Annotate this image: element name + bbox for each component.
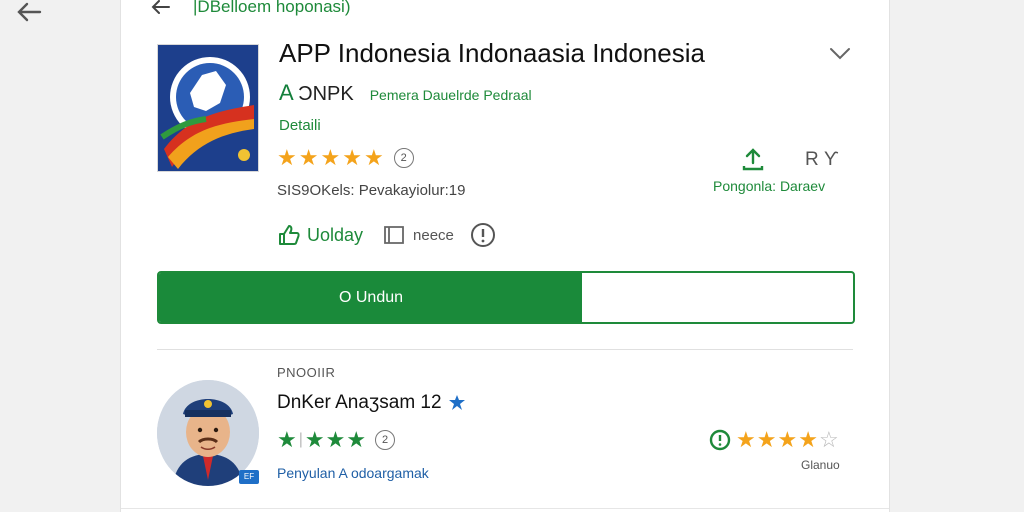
developer-name[interactable]: A ƆNPK xyxy=(279,80,354,106)
review-count-badge: 2 xyxy=(375,430,396,450)
star-icon: ★ xyxy=(320,145,341,170)
app-detail-panel: |DBelloem hoponasi) APP Indonesia Indona… xyxy=(120,0,890,512)
back-arrow-icon[interactable] xyxy=(149,0,171,16)
verified-icon xyxy=(448,395,465,410)
star-icon: ★ xyxy=(277,145,297,170)
star-icon: ★ xyxy=(325,427,346,452)
star-icon: ★ xyxy=(363,145,384,170)
info-icon[interactable] xyxy=(470,222,496,248)
top-bar: |DBelloem hoponasi) xyxy=(149,0,351,20)
star-icon: ★ xyxy=(777,427,798,452)
review-stars: ★ | ★ ★ ★ 2 xyxy=(277,427,396,452)
developer-prefix: A xyxy=(279,80,294,105)
details-link[interactable]: Detaili xyxy=(279,117,321,134)
chevron-down-icon[interactable] xyxy=(827,42,853,64)
star-icon: ★ xyxy=(342,145,362,170)
like-button[interactable]: Uolday xyxy=(277,224,363,246)
download-label: O Undun xyxy=(338,289,404,306)
note-label: neece xyxy=(413,226,454,244)
star-icon: ★ xyxy=(736,427,756,452)
star-icon: ★ xyxy=(304,427,325,452)
right-caption: Glanuo xyxy=(801,458,840,472)
action-row: Uolday neece xyxy=(277,222,496,248)
section-divider xyxy=(157,349,853,350)
app-logo xyxy=(157,44,259,172)
star-icon: ★ xyxy=(346,427,367,452)
thumbs-up-icon xyxy=(279,225,300,245)
status-text: Pongonla: Daraev xyxy=(713,178,826,194)
review-section-label: PNOOIIR xyxy=(277,365,336,380)
reviewer-name-text: DnKer Anaʒsam 12 xyxy=(277,392,442,413)
developer-row: A ƆNPK Pemera Dauelrde Pedraal xyxy=(279,80,532,106)
note-icon xyxy=(384,226,404,244)
star-icon: ★ xyxy=(298,145,319,170)
star-icon: ★ xyxy=(277,427,297,452)
rating-count-badge: 2 xyxy=(393,148,414,168)
size-text: R Ƴ xyxy=(805,149,839,170)
page-title: |DBelloem hoponasi) xyxy=(193,0,351,16)
app-rating: ★ ★ ★ ★ ★ 2 xyxy=(277,146,414,170)
download-button[interactable]: O Undun xyxy=(157,271,855,324)
separator: | xyxy=(298,431,303,448)
share-icon[interactable] xyxy=(741,146,765,172)
like-label: Uolday xyxy=(307,224,364,245)
clock-icon xyxy=(709,429,731,451)
note-button[interactable]: neece xyxy=(381,223,454,247)
developer-label: ƆNPK xyxy=(298,83,354,105)
avatar-badge: EF xyxy=(239,470,259,484)
app-meta: SIS9OKels: Pevakayiolur:19 xyxy=(277,182,466,199)
reviewer-name: DnKer Anaʒsam 12 xyxy=(277,392,466,414)
bottom-divider xyxy=(121,508,889,509)
back-arrow-icon[interactable] xyxy=(14,0,44,24)
star-empty-icon: ☆ xyxy=(818,427,839,452)
app-category[interactable]: Pemera Dauelrde Pedraal xyxy=(370,87,532,103)
review-subtext[interactable]: Penyulan A odoargamak xyxy=(277,465,429,481)
star-icon: ★ xyxy=(756,427,777,452)
star-icon: ★ xyxy=(798,427,818,452)
app-title: APP Indonesia Indonaasia Indonesia xyxy=(279,38,705,68)
right-rating: ★ ★ ★ ★ ☆ xyxy=(709,428,839,452)
